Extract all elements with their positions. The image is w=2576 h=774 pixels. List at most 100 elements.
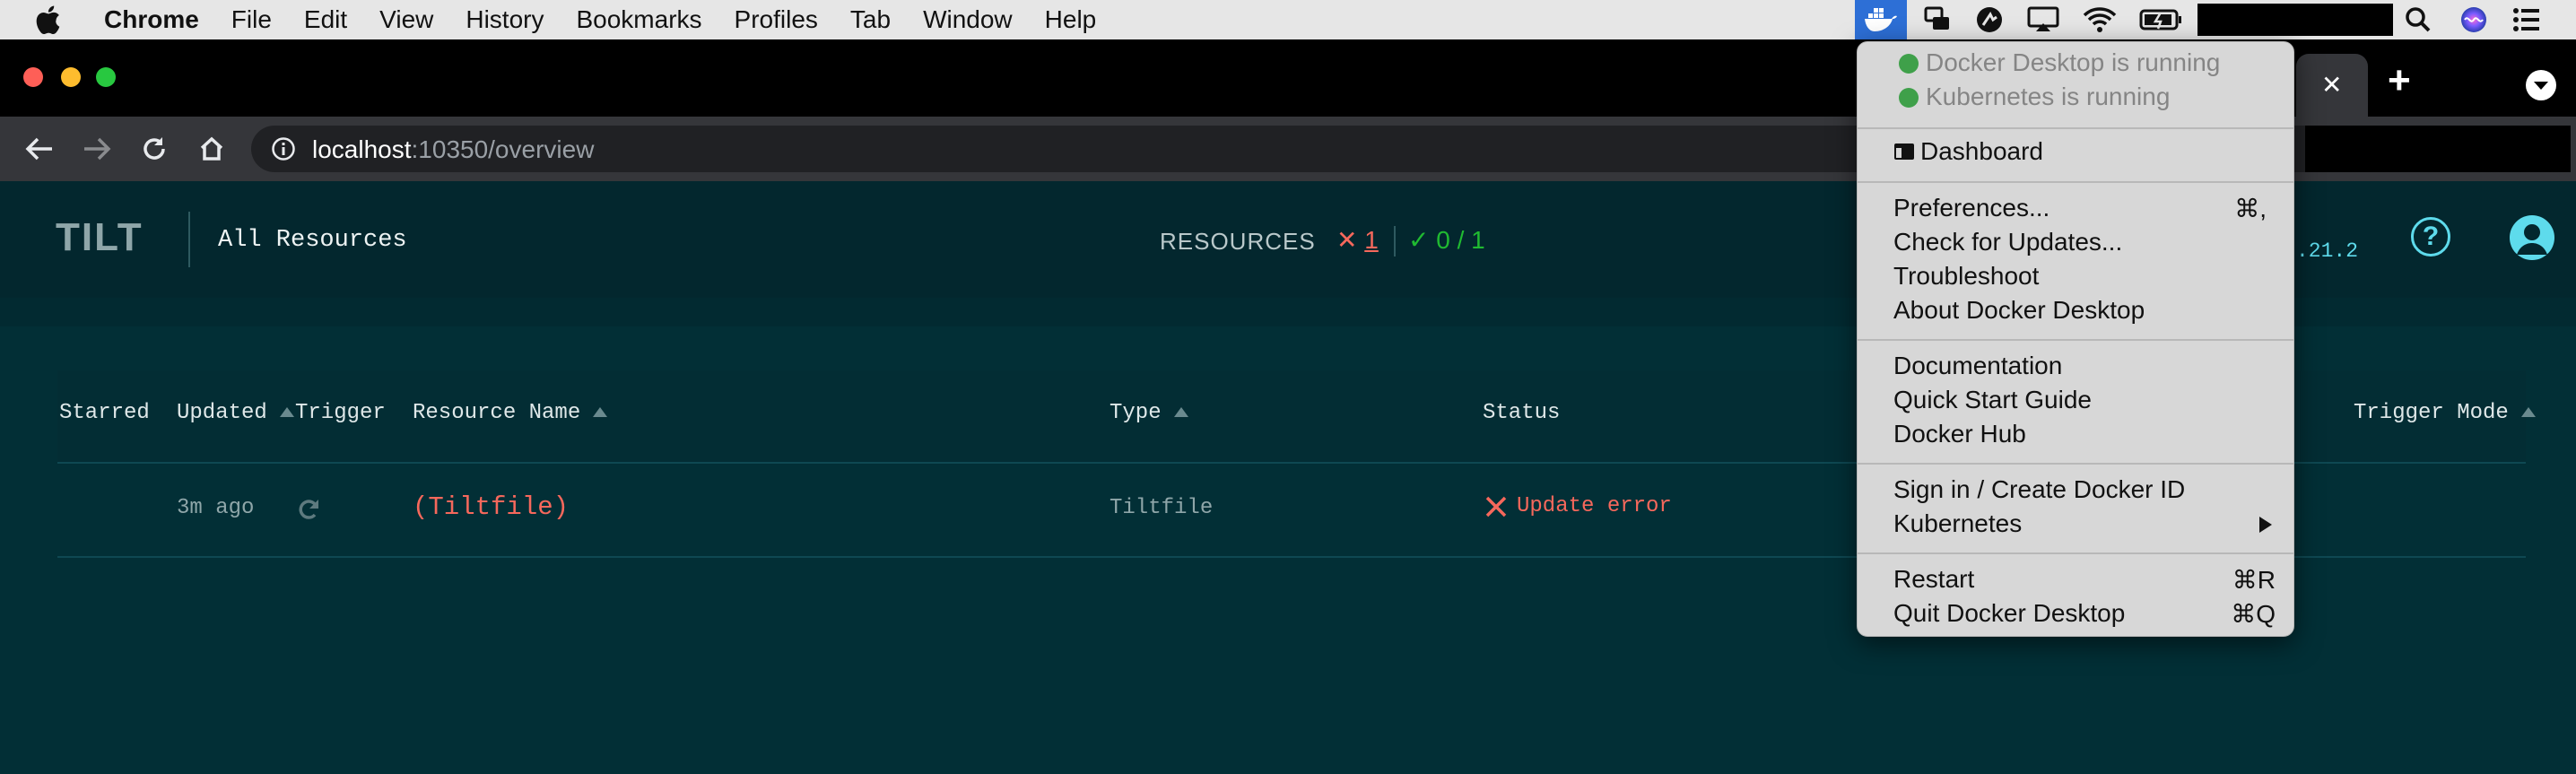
url-text[interactable]: localhost:10350/overview bbox=[312, 135, 594, 164]
menu-item-dashboard[interactable]: Dashboard bbox=[1893, 137, 2043, 166]
redacted-box bbox=[2197, 4, 2393, 36]
control-center-icon[interactable] bbox=[2508, 0, 2546, 39]
menu-item-quick-start[interactable]: Quick Start Guide bbox=[1893, 386, 2092, 414]
counter-divider bbox=[1394, 226, 1396, 257]
menu-app-chrome[interactable]: Chrome bbox=[104, 5, 199, 34]
tab-search-button[interactable] bbox=[2526, 70, 2556, 100]
menu-item-dashboard-label: Dashboard bbox=[1920, 137, 2043, 165]
screen-mirror-icon[interactable] bbox=[1919, 0, 1955, 39]
tab-close-icon[interactable]: ✕ bbox=[2321, 70, 2342, 100]
window-close-button[interactable] bbox=[23, 67, 43, 87]
info-icon[interactable] bbox=[271, 136, 296, 161]
submenu-arrow-icon bbox=[2259, 517, 2272, 533]
error-count: 1 bbox=[1364, 226, 1379, 254]
menu-item-docker-hub[interactable]: Docker Hub bbox=[1893, 420, 2026, 448]
help-button[interactable]: ? bbox=[2411, 217, 2450, 257]
menu-item-documentation[interactable]: Documentation bbox=[1893, 352, 2062, 380]
help-icon: ? bbox=[2422, 222, 2440, 251]
col-resource-name-label: Resource Name bbox=[413, 401, 581, 425]
sort-arrow-icon bbox=[279, 407, 294, 418]
ok-counter[interactable]: ✓ 0 / 1 bbox=[1408, 225, 1485, 255]
menu-separator bbox=[1858, 552, 2293, 554]
airplay-icon[interactable] bbox=[2025, 0, 2061, 39]
menu-separator bbox=[1858, 463, 2293, 465]
tilt-logo[interactable]: TILT bbox=[56, 215, 144, 260]
menu-view[interactable]: View bbox=[379, 5, 433, 34]
url-host: localhost bbox=[312, 135, 412, 163]
reload-icon bbox=[144, 137, 165, 160]
home-icon bbox=[200, 136, 223, 161]
menu-item-sign-in[interactable]: Sign in / Create Docker ID bbox=[1893, 475, 2185, 504]
col-status[interactable]: Status bbox=[1483, 401, 1560, 425]
back-button[interactable] bbox=[18, 127, 61, 170]
siri-icon[interactable] bbox=[2456, 0, 2492, 39]
new-tab-button[interactable]: + bbox=[2388, 61, 2411, 100]
docker-menu: Docker Desktop is running Kubernetes is … bbox=[1857, 41, 2294, 637]
menu-item-kubernetes[interactable]: Kubernetes bbox=[1893, 509, 2022, 538]
row-type: Tiltfile bbox=[1110, 496, 1214, 520]
reload-button[interactable] bbox=[133, 127, 176, 170]
error-x-icon bbox=[1485, 496, 1507, 517]
battery-icon[interactable] bbox=[2138, 0, 2183, 39]
home-button[interactable] bbox=[190, 127, 233, 170]
error-x-icon: ✕ bbox=[1336, 226, 1358, 254]
col-trigger[interactable]: Trigger bbox=[295, 401, 386, 425]
version-text: .21.2 bbox=[2296, 239, 2359, 263]
row-status: Update error bbox=[1484, 494, 1672, 519]
trigger-button[interactable] bbox=[292, 493, 325, 526]
docker-status-text: Docker Desktop is running bbox=[1926, 48, 2221, 76]
menu-history[interactable]: History bbox=[466, 5, 544, 34]
do-not-disturb-icon[interactable] bbox=[1971, 0, 2007, 39]
col-trigger-mode[interactable]: Trigger Mode bbox=[2354, 401, 2536, 425]
col-trigger-mode-label: Trigger Mode bbox=[2354, 401, 2509, 425]
active-tab[interactable]: ✕ bbox=[2296, 54, 2368, 117]
forward-button[interactable] bbox=[75, 127, 118, 170]
menu-profiles[interactable]: Profiles bbox=[735, 5, 818, 34]
menu-separator bbox=[1858, 339, 2293, 341]
docker-whale-icon[interactable] bbox=[1855, 0, 1907, 39]
arrow-right-icon bbox=[84, 137, 111, 161]
row-status-text: Update error bbox=[1517, 494, 1672, 518]
menu-edit[interactable]: Edit bbox=[304, 5, 347, 34]
page-title[interactable]: All Resources bbox=[218, 227, 407, 254]
apple-logo-icon[interactable] bbox=[34, 4, 61, 35]
wifi-icon[interactable] bbox=[2081, 0, 2119, 39]
menu-item-troubleshoot[interactable]: Troubleshoot bbox=[1893, 262, 2039, 291]
sort-arrow-icon bbox=[2520, 407, 2536, 418]
sort-arrow-icon bbox=[1173, 407, 1188, 418]
col-type[interactable]: Type bbox=[1110, 401, 1188, 425]
menu-file[interactable]: File bbox=[231, 5, 272, 34]
row-updated: 3m ago bbox=[177, 496, 255, 520]
resources-label: RESOURCES bbox=[1160, 228, 1316, 255]
refresh-icon bbox=[299, 500, 318, 519]
menu-item-preferences[interactable]: Preferences... bbox=[1893, 194, 2049, 222]
menu-item-quit[interactable]: Quit Docker Desktop bbox=[1893, 599, 2125, 628]
menu-item-restart[interactable]: Restart bbox=[1893, 565, 1974, 594]
kubernetes-status-text: Kubernetes is running bbox=[1926, 83, 2171, 110]
window-minimize-button[interactable] bbox=[61, 67, 81, 87]
menu-separator bbox=[1858, 181, 2293, 183]
shortcut-preferences: ⌘, bbox=[2234, 195, 2267, 222]
col-resource-name[interactable]: Resource Name bbox=[413, 401, 608, 425]
col-updated[interactable]: Updated bbox=[177, 401, 294, 425]
menu-bookmarks[interactable]: Bookmarks bbox=[576, 5, 701, 34]
account-button[interactable] bbox=[2510, 215, 2554, 260]
col-starred[interactable]: Starred bbox=[59, 401, 150, 425]
chevron-down-icon bbox=[2534, 82, 2548, 90]
spotlight-search-icon[interactable] bbox=[2400, 0, 2436, 39]
row-resource-name[interactable]: (Tiltfile) bbox=[413, 492, 569, 522]
menu-item-check-updates[interactable]: Check for Updates... bbox=[1893, 228, 2122, 257]
menu-help[interactable]: Help bbox=[1045, 5, 1097, 34]
status-dot-icon bbox=[1899, 54, 1919, 74]
window-zoom-button[interactable] bbox=[96, 67, 116, 87]
menu-separator bbox=[1858, 127, 2293, 129]
status-dot-icon bbox=[1899, 88, 1919, 108]
sort-arrow-icon bbox=[593, 407, 608, 418]
url-path: :10350/overview bbox=[411, 135, 595, 163]
menu-item-about[interactable]: About Docker Desktop bbox=[1893, 296, 2145, 325]
error-counter[interactable]: ✕ 1 bbox=[1336, 225, 1379, 255]
arrow-left-icon bbox=[25, 137, 52, 161]
redacted-box bbox=[2305, 126, 2571, 172]
menu-tab[interactable]: Tab bbox=[850, 5, 891, 34]
menu-window[interactable]: Window bbox=[923, 5, 1013, 34]
